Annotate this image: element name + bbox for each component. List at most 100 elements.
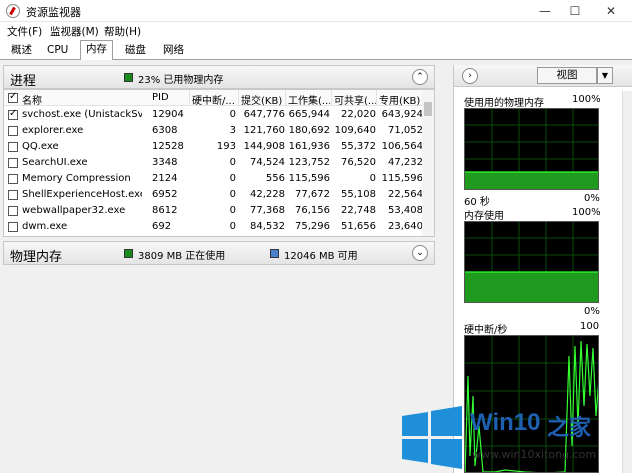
menu-monitor[interactable]: 监视器(M) <box>50 24 99 39</box>
graph2-svg <box>465 222 598 302</box>
available-swatch <box>270 249 279 258</box>
cell-commit: 77,368 <box>250 205 285 216</box>
cell-pid: 692 <box>152 221 172 232</box>
table-row[interactable]: Memory Compression 2124 0 556 115,596 0 115,59… <box>4 171 424 187</box>
row-checkbox[interactable] <box>8 108 18 120</box>
used-memory-swatch <box>124 73 133 82</box>
table-row[interactable]: webwallpaper32.exe 8612 0 77,368 76,156 22,74… <box>4 203 424 219</box>
col-pid[interactable]: PID <box>152 92 188 103</box>
processes-title: 进程 <box>10 74 37 89</box>
table-row[interactable]: ShellExperienceHost.exe 6952 0 42,228 77,672… <box>4 187 424 203</box>
available-label: 12046 MB 可用 <box>284 251 358 262</box>
cell-name: explorer.exe <box>22 125 84 136</box>
cell-pid: 6952 <box>152 189 178 200</box>
cell-hf: 0 <box>229 205 236 216</box>
cell-commit: 647,776 <box>243 109 285 120</box>
physical-memory-title: 物理内存 <box>10 250 63 265</box>
processes-scrollbar[interactable] <box>422 90 434 236</box>
cell-ws: 665,944 <box>288 109 330 120</box>
cell-share: 55,372 <box>341 141 376 152</box>
close-button[interactable]: ✕ <box>594 0 628 22</box>
cell-priv: 115,596 <box>381 173 423 184</box>
cell-pid: 12528 <box>152 141 184 152</box>
collapse-processes-button[interactable]: ⌃ <box>412 69 428 85</box>
cell-name: ShellExperienceHost.exe <box>22 189 142 200</box>
table-row[interactable]: explorer.exe 6308 3 121,760 180,692 109,640 71… <box>4 123 424 139</box>
scrollbar-thumb[interactable] <box>424 102 432 116</box>
menu-file[interactable]: 文件(F) <box>7 24 42 39</box>
cell-name: QQ.exe <box>22 141 59 152</box>
graph1-min: 0% <box>584 193 600 204</box>
cell-commit: 556 <box>265 173 285 184</box>
cell-share: 76,520 <box>341 157 376 168</box>
cell-priv: 23,640 <box>388 221 423 232</box>
tab-overview[interactable]: 概述 <box>5 41 38 60</box>
cell-priv: 22,564 <box>388 189 423 200</box>
menu-help[interactable]: 帮助(H) <box>104 24 141 39</box>
col-working-set[interactable]: 工作集(... <box>288 92 330 107</box>
row-checkbox[interactable] <box>8 174 18 184</box>
title-bar: 资源监视器 — ☐ ✕ <box>0 0 632 22</box>
physical-memory-header[interactable]: 物理内存 3809 MB 正在使用 12046 MB 可用 ⌄ <box>3 241 435 265</box>
minimize-button[interactable]: — <box>528 0 562 22</box>
cell-hf: 0 <box>229 221 236 232</box>
col-commit[interactable]: 提交(KB) <box>241 92 285 107</box>
tab-cpu[interactable]: CPU <box>41 41 74 60</box>
cell-pid: 6308 <box>152 125 178 136</box>
table-row[interactable]: svchost.exe (UnistackSvcGr... 12904 0 647,7… <box>4 107 424 123</box>
in-use-label: 3809 MB 正在使用 <box>138 251 226 262</box>
row-checkbox[interactable] <box>8 222 18 232</box>
tab-memory[interactable]: 内存 <box>80 40 113 61</box>
cell-pid: 3348 <box>152 157 178 168</box>
table-row[interactable]: QQ.exe 12528 193 144,908 161,936 55,372 106,56… <box>4 139 424 155</box>
expand-graphs-button[interactable]: › <box>462 68 478 84</box>
window-title: 资源监视器 <box>26 6 81 19</box>
used-memory-summary: 23% 已用物理内存 <box>138 75 224 86</box>
cell-share: 55,108 <box>341 189 376 200</box>
cell-hf: 0 <box>229 157 236 168</box>
view-dropdown-icon[interactable]: ▼ <box>597 67 613 84</box>
row-checkbox[interactable] <box>8 158 18 168</box>
cell-commit: 42,228 <box>250 189 285 200</box>
watermark-url: www.win10xitong.com <box>472 448 597 461</box>
graph1-title: 使用用的物理内存 <box>464 98 544 109</box>
cell-name: svchost.exe (UnistackSvcGr... <box>22 109 142 120</box>
row-checkbox[interactable] <box>8 206 18 216</box>
col-name[interactable]: 名称 <box>22 92 142 107</box>
graph2-title: 内存使用 <box>464 211 504 222</box>
row-checkbox[interactable] <box>8 190 18 200</box>
table-row[interactable]: SearchUI.exe 3348 0 74,524 123,752 76,520 47,2… <box>4 155 424 171</box>
menu-bar: 文件(F) 监视器(M) 帮助(H) <box>0 22 632 39</box>
cell-ws: 76,156 <box>295 205 330 216</box>
processes-header[interactable]: 进程 23% 已用物理内存 ⌃ <box>3 65 435 89</box>
cell-name: dwm.exe <box>22 221 68 232</box>
graph2-fill <box>465 272 598 302</box>
cell-priv: 71,052 <box>388 125 423 136</box>
row-checkbox[interactable] <box>8 142 18 152</box>
graphs-toolbar: › 视图 ▼ <box>454 65 632 87</box>
row-checkbox[interactable] <box>8 126 18 136</box>
win10-watermark-logo: Win10 之家 www.win10xitong.com <box>400 404 632 473</box>
expand-physical-memory-button[interactable]: ⌄ <box>412 245 428 261</box>
view-button[interactable]: 视图 <box>537 67 597 84</box>
select-all-checkbox[interactable] <box>8 91 18 103</box>
cell-commit: 121,760 <box>243 125 285 136</box>
tab-disk[interactable]: 磁盘 <box>119 41 152 60</box>
table-row[interactable]: dwm.exe 692 0 84,532 75,296 51,656 23,640 <box>4 219 424 235</box>
col-shareable[interactable]: 可共享(... <box>334 92 376 107</box>
col-hard-faults[interactable]: 硬中断/... <box>192 92 236 107</box>
graph2-min: 0% <box>584 306 600 317</box>
cell-share: 51,656 <box>341 221 376 232</box>
cell-ws: 180,692 <box>288 125 330 136</box>
cell-pid: 12904 <box>152 109 184 120</box>
cell-ws: 161,936 <box>288 141 330 152</box>
col-private[interactable]: 专用(KB) <box>379 92 423 107</box>
cell-pid: 8612 <box>152 205 178 216</box>
graph2-max: 100% <box>572 207 601 218</box>
watermark-brand: Win10 <box>470 409 541 436</box>
watermark-brand-suffix: 之家 <box>547 416 592 441</box>
cell-ws: 77,672 <box>295 189 330 200</box>
cell-hf: 0 <box>229 109 236 120</box>
tab-network[interactable]: 网络 <box>157 41 190 60</box>
maximize-button[interactable]: ☐ <box>558 0 592 22</box>
